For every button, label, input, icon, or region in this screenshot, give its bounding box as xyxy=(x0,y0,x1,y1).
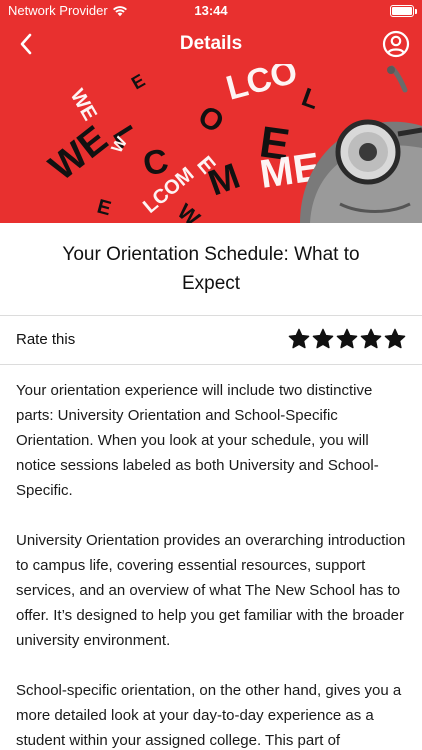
user-circle-icon xyxy=(382,30,410,58)
status-bar: Network Provider 13:44 xyxy=(0,0,422,22)
star-icon[interactable] xyxy=(360,328,382,350)
star-icon[interactable] xyxy=(336,328,358,350)
article-header: Your Orientation Schedule: What to Expec… xyxy=(0,223,422,315)
star-icon[interactable] xyxy=(384,328,406,350)
paragraph: School-specific orientation, on the othe… xyxy=(16,682,402,749)
star-icon[interactable] xyxy=(288,328,310,350)
profile-button[interactable] xyxy=(380,28,412,60)
star-rating[interactable] xyxy=(288,328,406,350)
star-icon[interactable] xyxy=(312,328,334,350)
battery-icon xyxy=(390,5,417,17)
article-body: Your orientation experience will include… xyxy=(16,378,408,750)
article-title: Your Orientation Schedule: What to Expec… xyxy=(62,244,360,294)
navigation-bar: Details xyxy=(0,24,422,64)
paragraph: Your orientation experience will include… xyxy=(16,382,379,499)
page-title: Details xyxy=(179,33,243,54)
divider xyxy=(0,364,422,365)
rating-row: Rate this xyxy=(0,316,422,364)
clock: 13:44 xyxy=(194,3,228,18)
welcome-illustration: WE L C O M E W E L E WE LCO ME LCOM E W xyxy=(0,64,422,223)
hero-image: WE L C O M E W E L E WE LCO ME LCOM E W xyxy=(0,64,422,223)
battery-level xyxy=(392,7,412,15)
app-header: Network Provider 13:44 Details xyxy=(0,0,422,64)
paragraph: University Orientation provides an overa… xyxy=(16,532,406,649)
rate-label: Rate this xyxy=(16,331,76,348)
